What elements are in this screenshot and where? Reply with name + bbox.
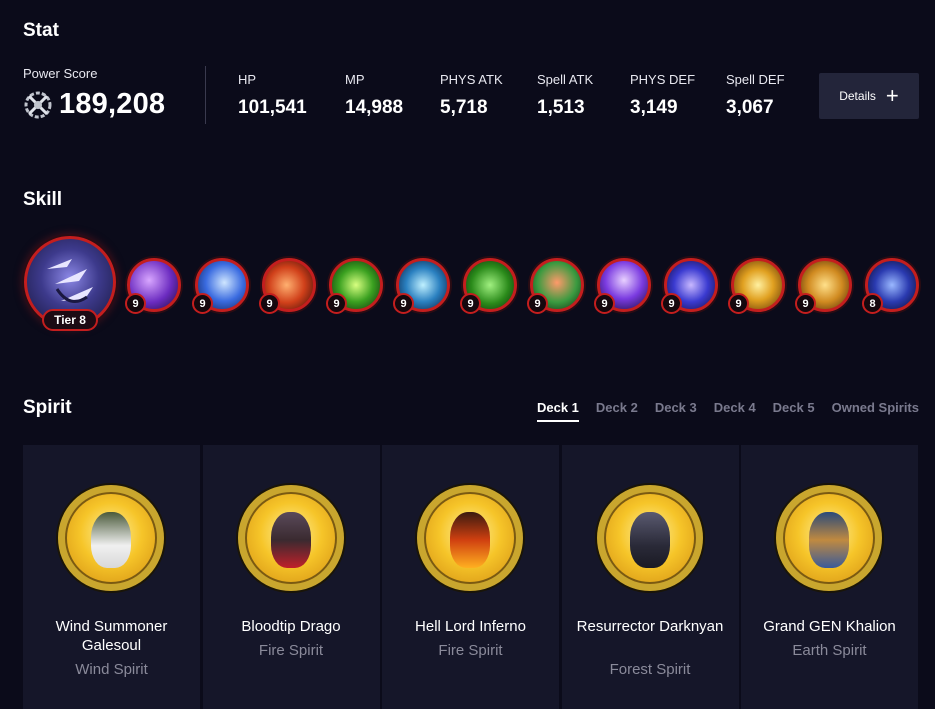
spirit-type: Fire Spirit — [438, 642, 503, 659]
deck-tabs: Deck 1 Deck 2 Deck 3 Deck 4 Deck 5 Owned… — [520, 400, 919, 422]
stat-phys-atk: PHYS ATK 5,718 — [440, 72, 503, 119]
skill-level-badge: 9 — [259, 293, 280, 314]
stat-divider — [205, 66, 206, 124]
tab-deck-3[interactable]: Deck 3 — [655, 400, 697, 422]
details-label: Details — [839, 89, 876, 103]
stat-value: 3,149 — [630, 97, 678, 118]
stat-section-title: Stat — [23, 20, 59, 41]
stat-phys-def: PHYS DEF 3,149 — [630, 72, 695, 119]
spirit-portrait — [596, 485, 703, 591]
stat-label: Spell ATK — [537, 72, 594, 87]
stat-spell-def: Spell DEF 3,067 — [726, 72, 785, 119]
power-score: 189,208 — [23, 88, 165, 121]
stat-hp: HP 101,541 — [238, 72, 307, 119]
skill-level-badge: 9 — [326, 293, 347, 314]
spirit-card[interactable]: Bloodtip Drago Fire Spirit — [202, 445, 380, 709]
skill-level-badge: 9 — [594, 293, 615, 314]
stat-spell-atk: Spell ATK 1,513 — [537, 72, 593, 119]
spirit-type: Fire Spirit — [258, 642, 324, 659]
stat-label: PHYS ATK — [440, 72, 503, 87]
spirit-card[interactable]: Wind Summoner Galesoul Wind Spirit — [23, 445, 200, 709]
stat-value: 1,513 — [537, 97, 585, 118]
power-score-icon — [24, 91, 52, 118]
tab-deck-4[interactable]: Deck 4 — [714, 400, 756, 422]
skill-level-badge: 9 — [728, 293, 749, 314]
stat-value: 14,988 — [345, 97, 404, 118]
details-button[interactable]: Details + — [819, 73, 919, 119]
power-score-label: Power Score — [23, 66, 98, 81]
tab-deck-2[interactable]: Deck 2 — [596, 400, 638, 422]
skill-level-badge: 9 — [460, 293, 481, 314]
spirit-portrait — [58, 485, 164, 591]
skill-level-badge: 9 — [795, 293, 816, 314]
spirit-card-list: Wind Summoner Galesoul Wind Spirit Blood… — [23, 445, 921, 709]
skill-level-badge: 9 — [393, 293, 414, 314]
spirit-type: Wind Spirit — [75, 661, 148, 678]
spirit-card[interactable]: Resurrector Darknyan Forest Spirit — [561, 445, 739, 709]
skill-level-badge: 9 — [661, 293, 682, 314]
spirit-name: Grand GEN Khalion — [763, 618, 896, 635]
spirit-type: Forest Spirit — [609, 661, 691, 678]
stat-value: 5,718 — [440, 97, 488, 118]
stat-value: 3,067 — [726, 97, 774, 118]
stat-label: PHYS DEF — [630, 72, 696, 87]
spirit-type: Earth Spirit — [792, 642, 867, 659]
skill-level-badge: 9 — [192, 293, 213, 314]
power-score-value: 189,208 — [59, 88, 166, 120]
stat-mp: MP 14,988 — [345, 72, 403, 119]
tab-owned-spirits[interactable]: Owned Spirits — [832, 400, 919, 422]
skill-level-badge: 9 — [527, 293, 548, 314]
spirit-name: Wind Summoner Galesoul — [55, 618, 168, 654]
plus-icon: + — [885, 83, 899, 108]
spirit-name: Resurrector Darknyan — [576, 618, 724, 635]
spirit-name: Bloodtip Drago — [241, 618, 341, 635]
skill-tier-badge: Tier 8 — [42, 309, 98, 331]
skill-level-badge: 9 — [125, 293, 146, 314]
spirit-portrait — [417, 485, 523, 591]
spirit-portrait — [776, 485, 882, 591]
skill-section-title: Skill — [23, 189, 63, 210]
stat-value: 101,541 — [238, 97, 307, 118]
spirit-portrait — [237, 485, 344, 591]
tab-deck-1[interactable]: Deck 1 — [536, 400, 579, 422]
spirit-card[interactable]: Grand GEN Khalion Earth Spirit — [741, 445, 918, 709]
stat-label: MP — [345, 72, 365, 87]
spirit-name: Hell Lord Inferno — [415, 618, 526, 635]
spirit-section-title: Spirit — [23, 397, 72, 418]
stat-label: Spell DEF — [726, 72, 785, 87]
spirit-card[interactable]: Hell Lord Inferno Fire Spirit — [382, 445, 559, 709]
stat-label: HP — [238, 72, 257, 87]
tab-deck-5[interactable]: Deck 5 — [773, 400, 815, 422]
skill-level-badge: 8 — [862, 293, 883, 314]
